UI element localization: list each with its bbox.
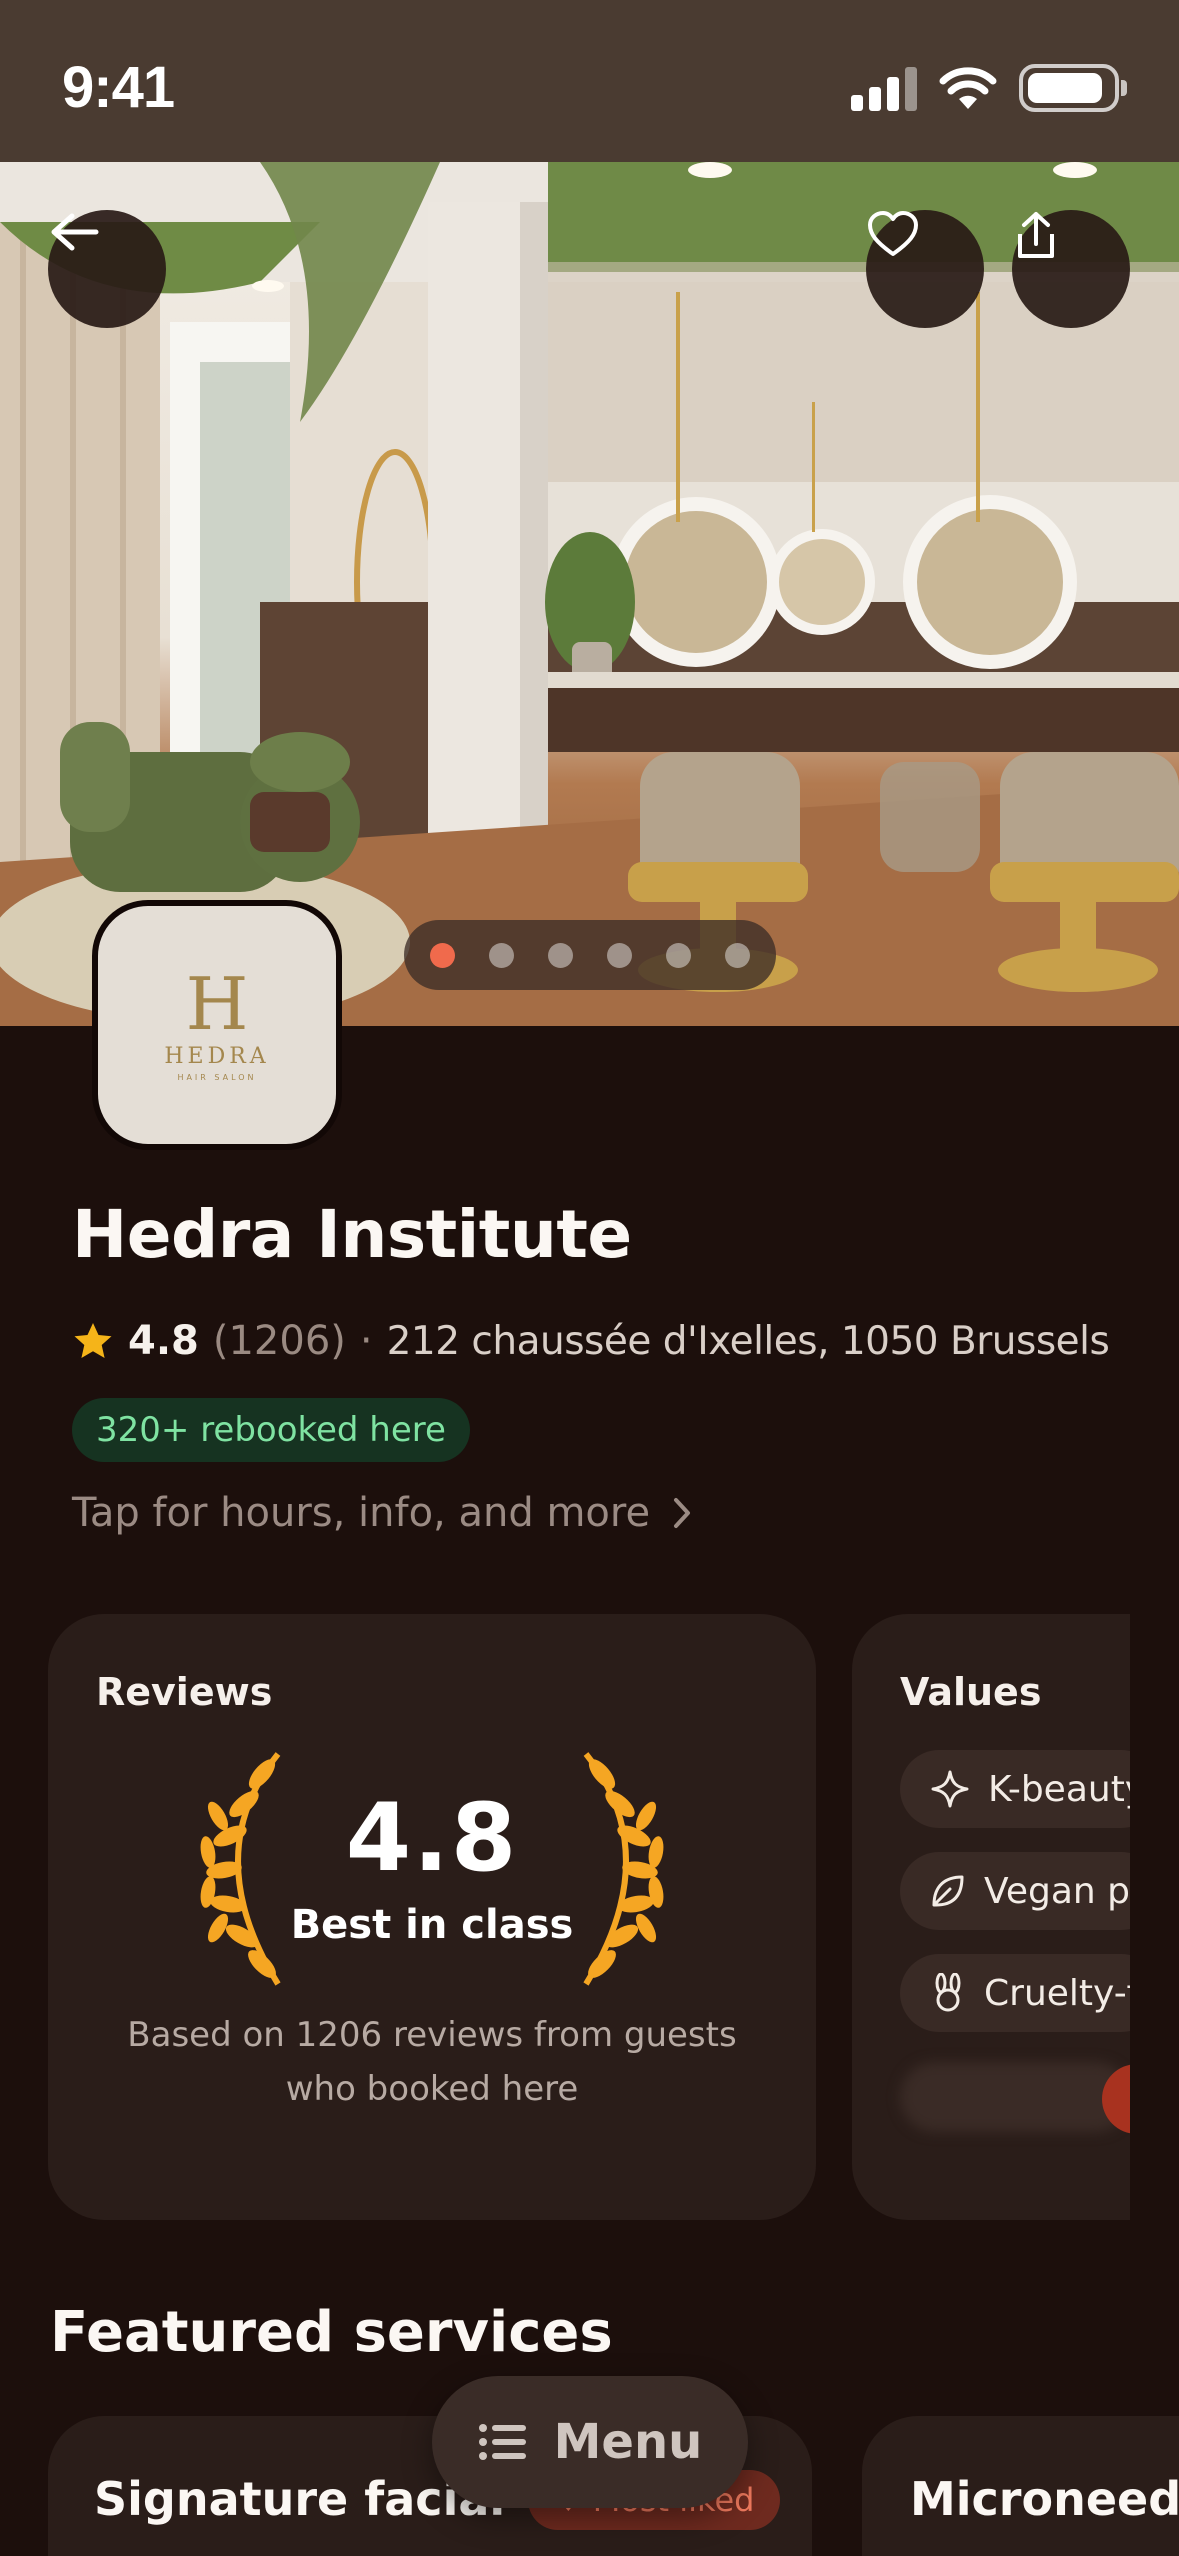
sparkle-icon <box>928 1769 972 1809</box>
reviews-card-title: Reviews <box>96 1670 273 1714</box>
values-card[interactable]: Values K-beauty Vegan products Cruelty-f… <box>852 1614 1130 2220</box>
carousel-dot-6[interactable] <box>725 942 750 968</box>
value-chip-label: Vegan products <box>984 1870 1130 1912</box>
share-icon <box>1018 212 1054 258</box>
carousel-dot-1[interactable] <box>430 942 455 968</box>
chevron-right-icon <box>674 1498 691 1528</box>
share-button[interactable] <box>1012 210 1130 328</box>
menu-button[interactable]: Menu <box>432 2376 748 2508</box>
review-score: 4.8 <box>345 1784 519 1893</box>
status-icons <box>851 64 1127 112</box>
logo-name: HEDRA <box>164 1044 270 1069</box>
leaf-icon <box>928 1871 968 1911</box>
star-icon <box>74 1323 112 1358</box>
more-info-label: Tap for hours, info, and more <box>72 1490 651 1536</box>
rating-value: 4.8 <box>128 1318 199 1364</box>
rabbit-icon <box>928 1973 968 2013</box>
blurred-chip <box>900 2062 1130 2132</box>
review-tagline: Best in class <box>290 1902 574 1948</box>
hero-image-carousel[interactable] <box>0 162 1179 1026</box>
venue-address[interactable]: 212 chaussée d'Ixelles, 1050 Brussels <box>387 1319 1110 1364</box>
status-bar: 9:41 <box>0 0 1179 162</box>
venue-meta: 4.8 (1206) · 212 chaussée d'Ixelles, 105… <box>72 1318 1110 1364</box>
reviews-card[interactable]: Reviews 4.8 Best in class Based on 1206 … <box>48 1614 816 2220</box>
review-summary: Based on 1206 reviews from guests who bo… <box>127 2015 737 2109</box>
review-count: (1206) <box>212 1318 346 1364</box>
logo-mark: H <box>185 962 249 1046</box>
carousel-dot-3[interactable] <box>548 942 573 968</box>
back-button[interactable] <box>48 210 166 328</box>
salon-interior-image <box>0 162 1179 1026</box>
carousel-dot-2[interactable] <box>489 942 514 968</box>
list-icon <box>478 2424 526 2460</box>
meta-separator: · <box>359 1318 373 1364</box>
value-chip-cruelty-free: Cruelty-free <box>900 1954 1130 2032</box>
carousel-indicator[interactable] <box>404 920 776 990</box>
logo-subtitle: HAIR SALON <box>177 1073 257 1082</box>
values-card-title: Values <box>900 1670 1042 1714</box>
menu-button-label: Menu <box>553 2414 703 2470</box>
heart-icon <box>868 211 918 256</box>
carousel-dot-4[interactable] <box>607 942 632 968</box>
value-chip-vegan: Vegan products <box>900 1852 1130 1930</box>
service-card-microneedling[interactable]: Microneedling <box>862 2416 1179 2556</box>
battery-icon <box>1019 64 1127 112</box>
featured-services-title: Featured services <box>50 2300 613 2365</box>
value-chip-label: K-beauty <box>988 1768 1130 1810</box>
more-info-link[interactable]: Tap for hours, info, and more <box>72 1490 692 1536</box>
carousel-dot-5[interactable] <box>666 942 691 968</box>
value-chip-label: Cruelty-free <box>984 1972 1130 2014</box>
favorite-button[interactable] <box>866 210 984 328</box>
venue-name: Hedra Institute <box>72 1196 632 1273</box>
arrow-left-icon <box>51 213 99 251</box>
service-name: Microneedling <box>910 2472 1179 2526</box>
status-time: 9:41 <box>62 55 175 120</box>
venue-logo: H HEDRA HAIR SALON <box>92 900 342 1150</box>
value-chip-k-beauty: K-beauty <box>900 1750 1130 1828</box>
rebooked-badge: 320+ rebooked here <box>72 1398 470 1462</box>
wifi-icon <box>939 67 997 109</box>
cellular-signal-icon <box>851 65 917 111</box>
